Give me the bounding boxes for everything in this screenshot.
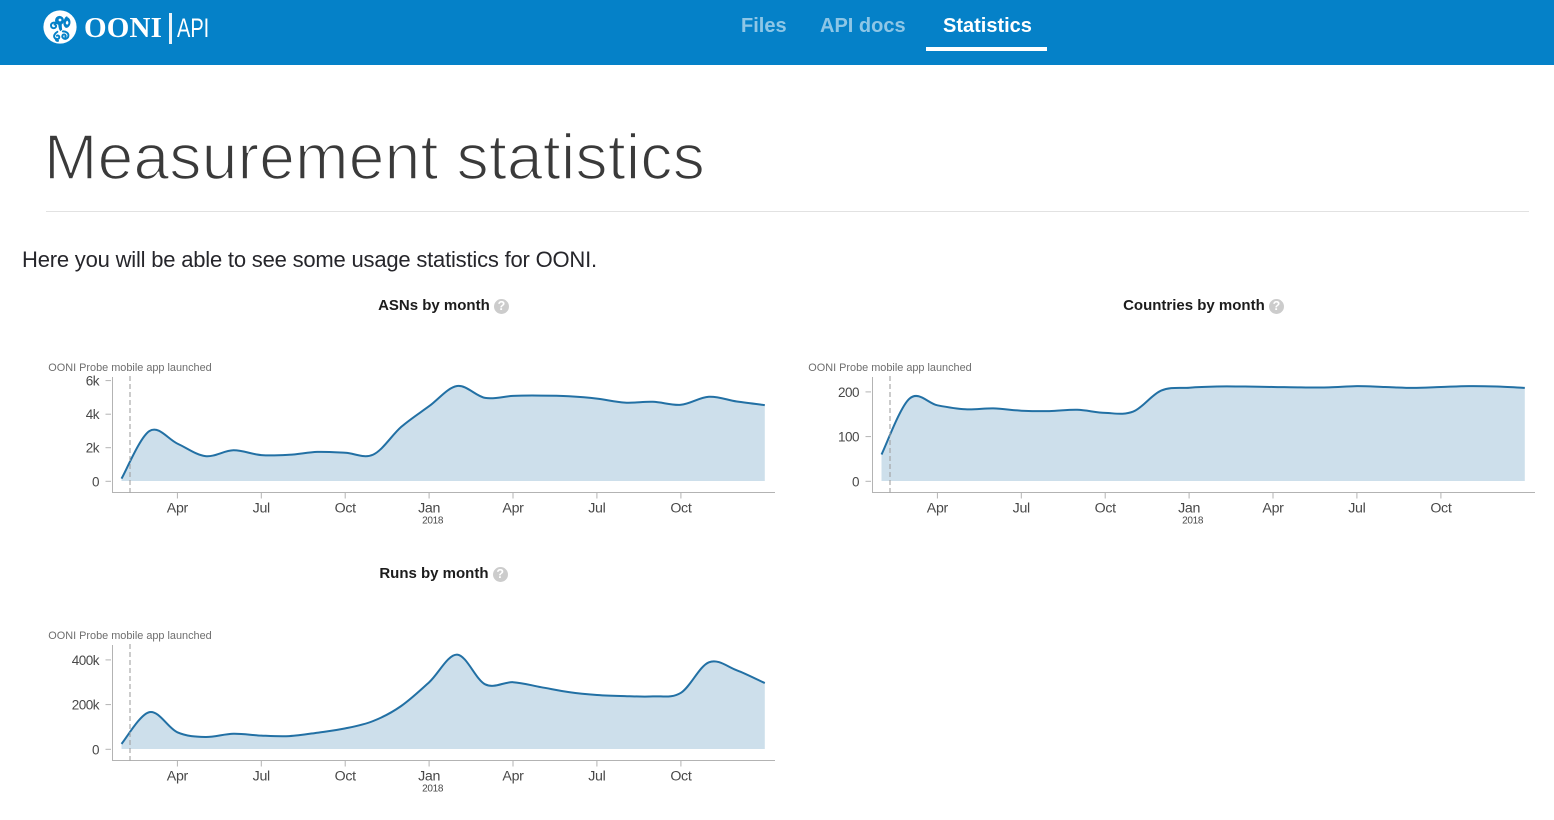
svg-text:Oct: Oct	[1095, 501, 1117, 517]
svg-text:0: 0	[92, 742, 99, 757]
svg-text:Oct: Oct	[335, 501, 357, 517]
svg-text:Apr: Apr	[167, 501, 189, 517]
svg-text:2018: 2018	[422, 516, 444, 527]
svg-text:Apr: Apr	[502, 501, 524, 517]
svg-text:Apr: Apr	[502, 769, 524, 785]
svg-text:Jul: Jul	[588, 769, 605, 785]
svg-text:6k: 6k	[86, 374, 100, 389]
svg-text:0: 0	[92, 474, 99, 489]
svg-text:OONI Probe mobile app launched: OONI Probe mobile app launched	[808, 362, 971, 374]
svg-text:Oct: Oct	[335, 769, 357, 785]
svg-text:Oct: Oct	[670, 769, 692, 785]
svg-text:Jan: Jan	[1178, 501, 1200, 517]
svg-text:Oct: Oct	[670, 501, 692, 517]
svg-text:Jul: Jul	[253, 769, 270, 785]
svg-text:400k: 400k	[72, 653, 100, 668]
svg-text:OONI Probe mobile app launched: OONI Probe mobile app launched	[48, 362, 211, 374]
svg-text:Apr: Apr	[167, 769, 189, 785]
svg-text:OONI Probe mobile app launched: OONI Probe mobile app launched	[48, 630, 211, 642]
svg-text:Apr: Apr	[1262, 501, 1284, 517]
svg-text:Jul: Jul	[253, 501, 270, 517]
svg-text:Oct: Oct	[1430, 501, 1452, 517]
svg-text:2k: 2k	[86, 441, 100, 456]
svg-text:2018: 2018	[422, 784, 444, 795]
svg-text:200: 200	[838, 385, 859, 400]
svg-text:4k: 4k	[86, 407, 100, 422]
svg-text:0: 0	[852, 474, 859, 489]
svg-text:Jul: Jul	[588, 501, 605, 517]
svg-text:2018: 2018	[1182, 516, 1204, 527]
svg-text:Jan: Jan	[418, 501, 440, 517]
svg-text:Apr: Apr	[927, 501, 949, 517]
svg-text:200k: 200k	[72, 698, 100, 713]
svg-text:Jul: Jul	[1013, 501, 1030, 517]
svg-text:Jan: Jan	[418, 769, 440, 785]
svg-text:Jul: Jul	[1348, 501, 1365, 517]
svg-text:100: 100	[838, 430, 859, 445]
